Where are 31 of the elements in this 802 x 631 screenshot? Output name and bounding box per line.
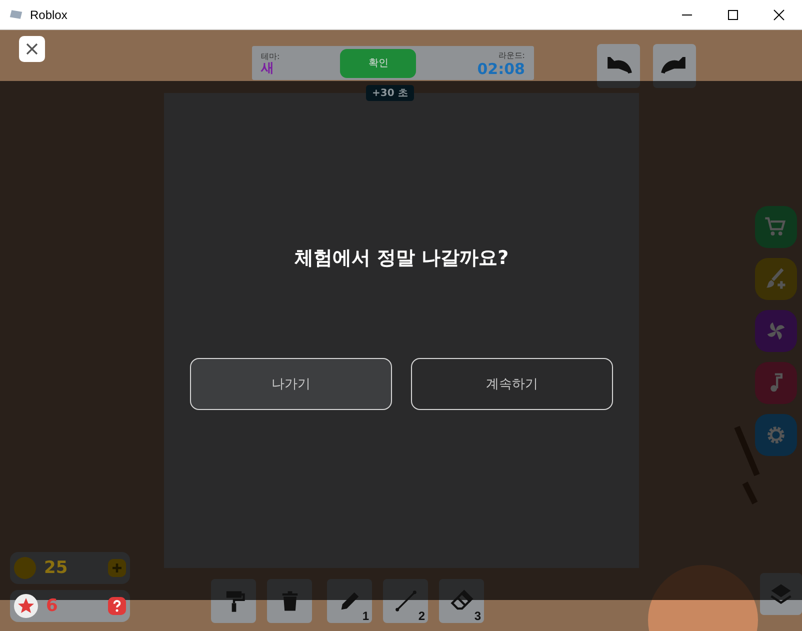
line-button[interactable]: 2	[383, 579, 428, 623]
bonus-badge: +30 초	[366, 85, 414, 101]
redo-icon	[661, 57, 688, 75]
close-button[interactable]	[19, 36, 45, 62]
coin-count: 25	[44, 558, 69, 578]
shortcut-number: 2	[418, 609, 425, 623]
close-icon	[26, 43, 38, 55]
round-label: 라운드:	[498, 50, 525, 60]
line-tool-icon	[392, 588, 418, 614]
dialog-question: 체험에서 정말 나갈까요?	[294, 246, 509, 271]
timer: 02:08	[477, 60, 525, 76]
trash-button[interactable]	[267, 579, 312, 623]
undo-button[interactable]	[597, 44, 640, 88]
continue-button[interactable]: 계속하기	[411, 358, 613, 410]
app-icon	[9, 9, 23, 20]
eraser-button[interactable]: 3	[439, 579, 484, 623]
theme-label: 테마:	[261, 50, 280, 62]
star-count: 6	[46, 596, 59, 616]
shortcut-number: 3	[474, 609, 481, 623]
help-icon[interactable]	[108, 597, 126, 615]
redo-button[interactable]	[653, 44, 696, 88]
theme-value: 새	[261, 62, 274, 76]
coin-icon	[14, 557, 36, 579]
undo-icon	[605, 57, 632, 75]
pencil-button[interactable]: 1	[327, 579, 372, 623]
window-title: Roblox	[30, 8, 68, 22]
layers-button[interactable]	[760, 573, 802, 615]
paint-roller-button[interactable]	[211, 579, 256, 623]
shortcut-number: 1	[362, 609, 369, 623]
confirm-button[interactable]: 확인	[340, 48, 416, 78]
leave-button[interactable]: 나가기	[190, 358, 392, 410]
